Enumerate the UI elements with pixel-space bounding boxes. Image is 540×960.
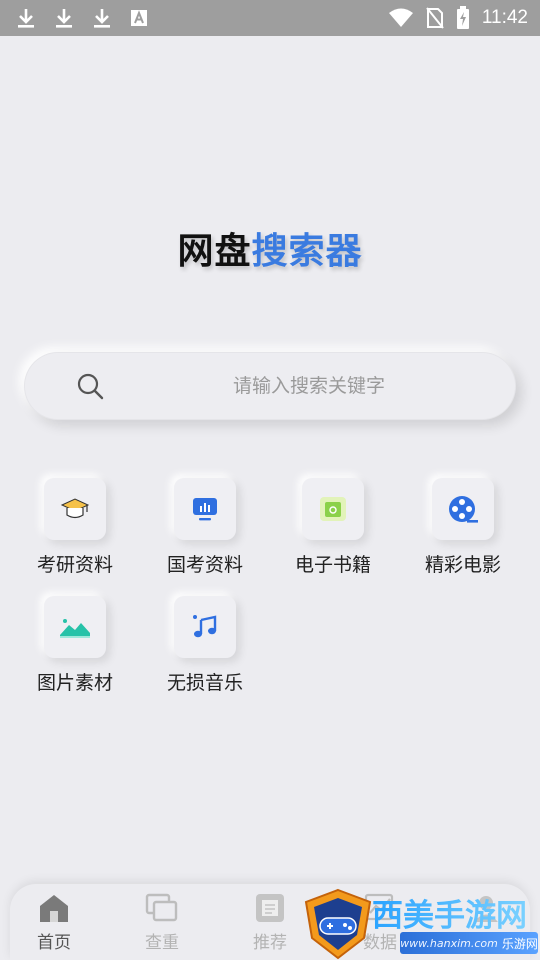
landscape-image-icon [44,596,106,658]
download-icon [16,7,36,29]
app-title-part2: 搜索器 [251,231,363,272]
search-icon[interactable] [76,372,104,404]
music-note-icon [174,596,236,658]
watermark-text: 西美手游网 [372,890,527,935]
search-input[interactable] [164,352,454,420]
category-label: 国考资料 [166,554,243,576]
film-reel-icon [432,478,494,540]
battery-charging-icon [456,6,470,30]
ebook-icon [302,478,364,540]
category-kaoyan[interactable]: 考研资料 [10,478,140,577]
tab-label: 查重 [145,933,179,953]
app-title-part1: 网盘 [177,231,252,272]
text-app-icon [130,9,148,27]
category-images[interactable]: 图片素材 [10,596,140,695]
search-bar[interactable] [24,352,516,420]
tab-label: 首页 [37,933,71,953]
category-label: 考研资料 [36,554,113,576]
monitor-chart-icon [174,478,236,540]
status-time: 11:42 [481,7,528,28]
tab-duplicate-check[interactable]: 查重 [122,888,202,953]
no-sim-icon [426,7,444,29]
app-title: 网盘搜索器 [0,222,540,274]
watermark-url: www.hanxim.com [400,936,498,950]
category-ebook[interactable]: 电子书籍 [268,478,398,577]
category-label: 精彩电影 [424,554,501,576]
download-icon [54,7,74,29]
watermark-sub: www.hanxim.com 乐游网 [400,932,538,954]
category-guokao[interactable]: 国考资料 [140,478,270,577]
gamepad-logo-icon [304,888,372,960]
tab-recommend[interactable]: 推荐 [230,888,310,953]
category-music[interactable]: 无损音乐 [140,596,270,695]
recommend-doc-icon [230,888,310,928]
wifi-icon [388,8,414,28]
category-label: 无损音乐 [166,672,243,694]
status-bar: 11:42 [0,0,540,36]
download-icon [92,7,112,29]
graduation-cap-icon [44,478,106,540]
duplicate-check-icon [122,888,202,928]
watermark-sub-text: 乐游网 [501,936,538,951]
tab-home[interactable]: 首页 [14,888,94,953]
category-movie[interactable]: 精彩电影 [398,478,528,577]
category-label: 图片素材 [36,672,113,694]
home-icon [14,888,94,928]
tab-label: 推荐 [253,933,287,953]
watermark: 西美手游网 www.hanxim.com 乐游网 [300,888,540,960]
category-label: 电子书籍 [294,554,371,576]
